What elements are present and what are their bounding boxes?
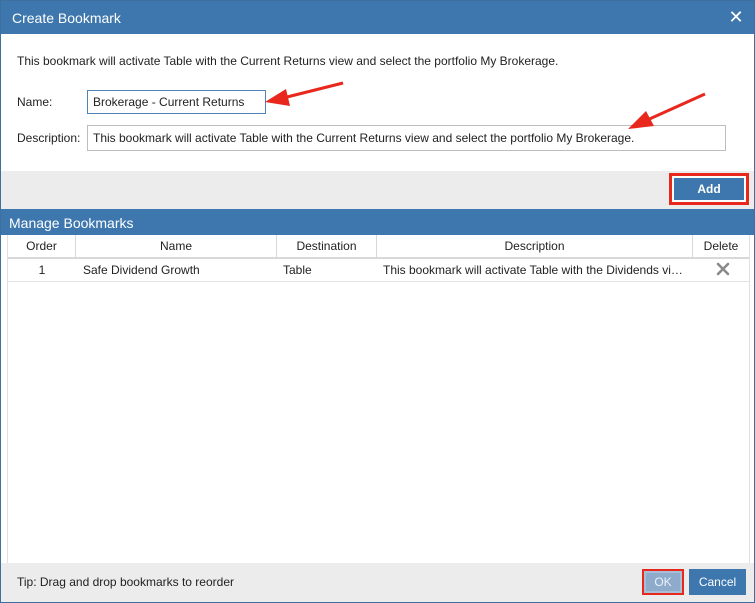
column-header-delete: Delete [703,239,739,253]
cancel-button[interactable]: Cancel [689,569,746,595]
table-header: Order Name Destination Description Delet… [8,235,749,259]
row-destination: Table [283,263,312,277]
column-header-destination[interactable]: Destination [277,235,377,257]
ok-button[interactable]: OK [642,569,684,595]
bookmark-name-input[interactable] [87,90,266,114]
name-label: Name: [17,95,53,109]
delete-icon[interactable] [716,262,730,276]
add-button-bar: Add [1,171,754,209]
row-order: 1 [38,263,46,277]
dialog-title: Create Bookmark [12,10,121,26]
bookmarks-table: Order Name Destination Description Delet… [7,235,750,563]
table-row[interactable]: 1 Safe Dividend Growth Table This bookma… [8,259,749,282]
add-button[interactable]: Add [669,173,749,205]
dialog-footer: Tip: Drag and drop bookmarks to reorder … [1,563,754,602]
manage-bookmarks-header: Manage Bookmarks [1,209,754,235]
bookmark-description-input[interactable] [87,125,726,151]
create-bookmark-dialog: Create Bookmark ✕ This bookmark will act… [0,0,755,603]
description-label: Description: [17,131,81,145]
bookmark-intro-text: This bookmark will activate Table with t… [17,54,559,68]
manage-bookmarks-title: Manage Bookmarks [9,215,134,231]
ok-button-label: OK [646,573,680,591]
reorder-tip: Tip: Drag and drop bookmarks to reorder [17,575,234,589]
column-header-name[interactable]: Name [76,235,277,257]
close-icon[interactable]: ✕ [728,7,744,27]
row-name: Safe Dividend Growth [83,263,200,277]
dialog-titlebar: Create Bookmark ✕ [1,1,754,34]
column-header-description[interactable]: Description [377,235,693,257]
row-description: This bookmark will activate Table with t… [383,263,686,277]
column-header-order[interactable]: Order [8,235,76,257]
create-bookmark-panel: This bookmark will activate Table with t… [1,34,754,171]
